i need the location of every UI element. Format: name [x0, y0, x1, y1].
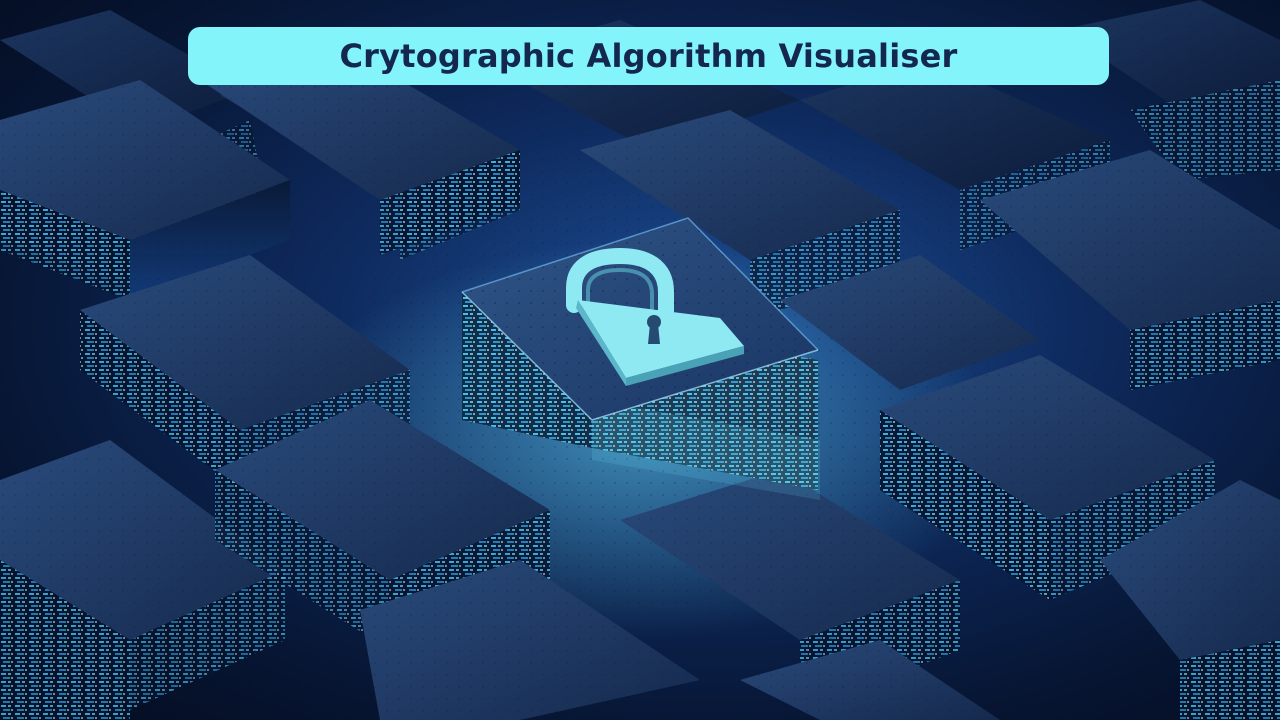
- title-banner: Crytographic Algorithm Visualiser: [188, 27, 1109, 85]
- hero-background-image: [0, 0, 1280, 720]
- app-window: Crytographic Algorithm Visualiser: [0, 0, 1280, 720]
- page-title: Crytographic Algorithm Visualiser: [339, 37, 958, 75]
